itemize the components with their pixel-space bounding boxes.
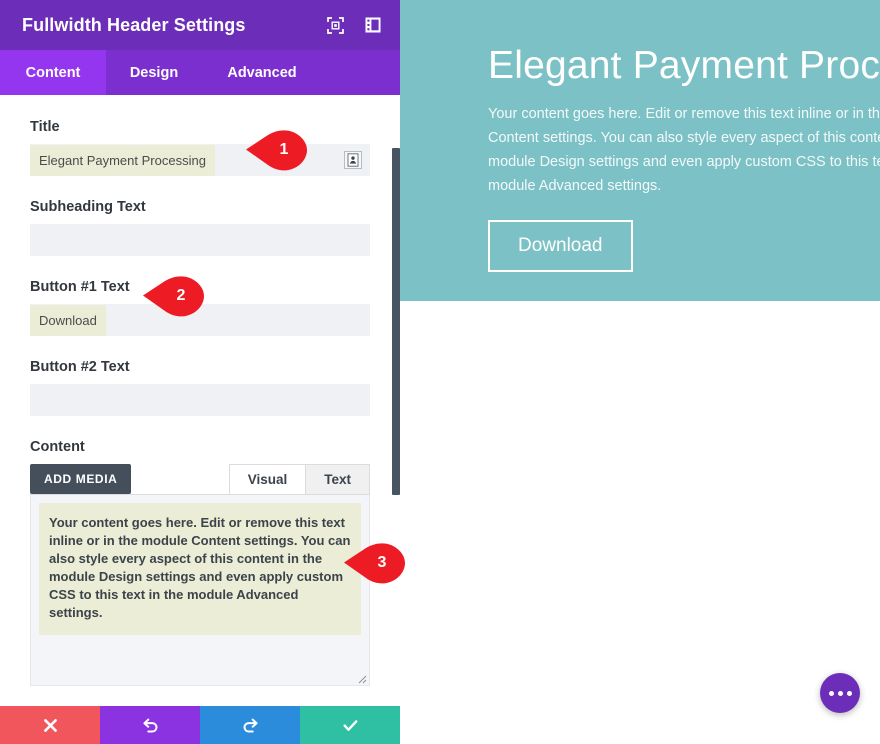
field-label-content: Content bbox=[30, 439, 85, 455]
subheading-input[interactable] bbox=[30, 224, 370, 256]
dynamic-content-icon[interactable] bbox=[342, 149, 364, 171]
editor-mode-tabs: Visual Text bbox=[228, 464, 370, 496]
title-input-value: Elegant Payment Processing bbox=[30, 144, 215, 176]
content-editor-text: Your content goes here. Edit or remove t… bbox=[39, 503, 361, 635]
panel-layout-icon[interactable] bbox=[360, 12, 386, 38]
button2-input[interactable] bbox=[30, 384, 370, 416]
undo-button[interactable] bbox=[100, 706, 200, 744]
hero-body-text: Your content goes here. Edit or remove t… bbox=[488, 106, 880, 194]
settings-tabs: Content Design Advanced bbox=[0, 50, 400, 95]
page-preview: Elegant Payment Processing Your content … bbox=[400, 0, 880, 744]
field-label-title: Title bbox=[30, 119, 60, 135]
settings-panel-header: Fullwidth Header Settings bbox=[0, 0, 400, 50]
title-input[interactable]: Elegant Payment Processing bbox=[30, 144, 370, 176]
field-button2: Button #2 Text bbox=[0, 336, 400, 416]
field-label-button2: Button #2 Text bbox=[30, 359, 130, 375]
callout-number-2: 2 bbox=[176, 287, 186, 304]
field-content: Content ADD MEDIA Visual Text Your conte… bbox=[0, 416, 400, 686]
editor-toolbar: ADD MEDIA Visual Text bbox=[30, 464, 370, 496]
more-options-fab[interactable] bbox=[820, 673, 860, 713]
settings-panel-scrollbar[interactable] bbox=[392, 148, 400, 495]
add-media-button[interactable]: ADD MEDIA bbox=[30, 464, 132, 494]
callout-number-3: 3 bbox=[377, 554, 387, 571]
tab-content[interactable]: Content bbox=[0, 50, 106, 95]
app-root: Elegant Payment Processing Your content … bbox=[0, 0, 880, 744]
settings-panel: Fullwidth Header Settings Content Design… bbox=[0, 0, 400, 744]
callout-pin-1: 1 bbox=[246, 128, 308, 172]
callout-pin-2: 2 bbox=[143, 274, 205, 318]
subheading-input-value bbox=[30, 235, 48, 245]
button2-input-value bbox=[30, 395, 48, 405]
close-button[interactable] bbox=[0, 706, 100, 744]
tab-design[interactable]: Design bbox=[106, 50, 202, 95]
fullwidth-header-module[interactable]: Elegant Payment Processing Your content … bbox=[400, 0, 880, 301]
redo-button[interactable] bbox=[200, 706, 300, 744]
content-editor[interactable]: Your content goes here. Edit or remove t… bbox=[30, 494, 370, 686]
resize-handle-icon[interactable] bbox=[355, 671, 367, 684]
settings-panel-body: Title Elegant Payment Processing Subhead… bbox=[0, 95, 400, 706]
fab-dot-2 bbox=[837, 690, 843, 696]
hero-content: Elegant Payment Processing Your content … bbox=[488, 44, 880, 272]
save-button[interactable] bbox=[300, 706, 400, 744]
callout-pin-3: 3 bbox=[344, 541, 406, 585]
field-label-subheading: Subheading Text bbox=[30, 199, 146, 215]
fab-dot-1 bbox=[828, 690, 834, 696]
callout-number-1: 1 bbox=[279, 141, 289, 158]
page-title: Fullwidth Header Settings bbox=[22, 14, 246, 35]
settings-action-bar bbox=[0, 706, 400, 744]
tab-visual[interactable]: Visual bbox=[228, 464, 307, 496]
hero-download-button[interactable]: Download bbox=[488, 220, 633, 272]
hero-heading: Elegant Payment Processing bbox=[488, 44, 880, 87]
field-subheading: Subheading Text bbox=[0, 176, 400, 256]
button1-input-value: Download bbox=[30, 304, 106, 336]
field-title: Title Elegant Payment Processing bbox=[0, 95, 400, 176]
tab-text[interactable]: Text bbox=[306, 464, 370, 496]
focus-target-icon[interactable] bbox=[322, 12, 348, 38]
fab-dot-3 bbox=[846, 690, 852, 696]
tab-advanced[interactable]: Advanced bbox=[202, 50, 322, 95]
